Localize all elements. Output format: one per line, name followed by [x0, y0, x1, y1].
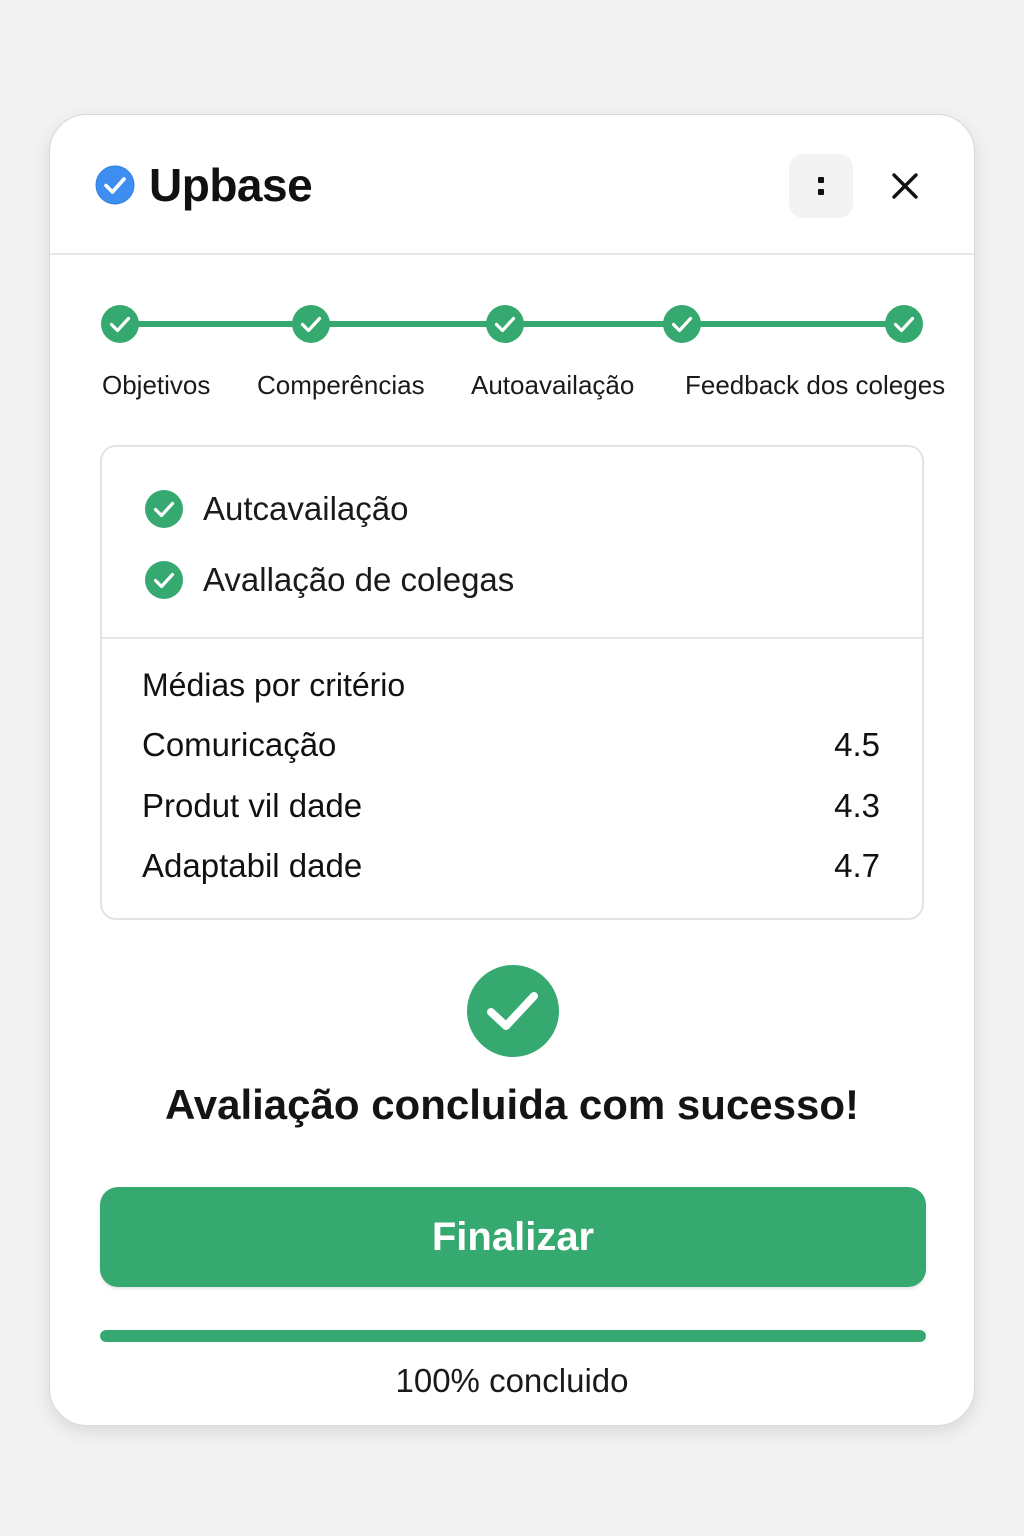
- finish-button[interactable]: Finalizar: [100, 1187, 926, 1287]
- step-check-icon: [885, 305, 923, 343]
- step-label-objetivos[interactable]: Objetivos: [102, 368, 210, 402]
- success-message: Avaliação concluida com sucesso!: [164, 1081, 860, 1128]
- progress-bar-fill: [100, 1330, 926, 1342]
- check-item-autoavaliacao: Autcavailação: [144, 489, 408, 529]
- step-check-icon: [663, 305, 701, 343]
- step-check-icon: [486, 305, 524, 343]
- check-item-label: Avallação de colegas: [203, 561, 515, 598]
- progress-label: 100% concluido: [395, 1362, 629, 1399]
- summary-divider: [102, 637, 922, 639]
- check-circle-icon: [145, 490, 183, 528]
- close-icon: [892, 173, 918, 199]
- criteria-value: 4.5: [834, 726, 880, 763]
- dialog-header: Upbase: [50, 115, 974, 255]
- criteria-section-title: Médias por critério: [142, 667, 406, 703]
- criteria-row: Comuricação 4.5: [142, 725, 880, 765]
- brand-title: Upbase: [149, 159, 313, 211]
- step-label-feedback[interactable]: Feedback dos coleges: [685, 368, 945, 402]
- close-button[interactable]: [880, 161, 930, 211]
- evaluation-dialog: Upbase Objetivos Comperências Autoavaila…: [49, 114, 975, 1426]
- criteria-name: Produt vil dade: [142, 787, 363, 824]
- criteria-row: Produt vil dade 4.3: [142, 786, 880, 826]
- evaluation-summary: Autcavailação Avallação de colegas Média…: [100, 445, 924, 920]
- step-check-icon: [101, 305, 139, 343]
- criteria-row: Adaptabil dade 4.7: [142, 846, 880, 886]
- check-item-label: Autcavailação: [203, 490, 409, 527]
- step-label-autoavaliacao[interactable]: Autoavailação: [471, 368, 634, 402]
- verified-check-icon: [95, 165, 135, 205]
- check-item-colegas: Avallação de colegas: [144, 560, 514, 600]
- criteria-name: Adaptabil dade: [142, 847, 363, 884]
- criteria-value: 4.3: [834, 787, 880, 824]
- step-check-icon: [292, 305, 330, 343]
- success-check-icon: [467, 965, 559, 1057]
- check-circle-icon: [145, 561, 183, 599]
- more-options-button[interactable]: [789, 154, 853, 218]
- criteria-name: Comuricação: [142, 726, 337, 763]
- criteria-value: 4.7: [834, 847, 880, 884]
- step-label-competencias[interactable]: Comperências: [257, 368, 425, 402]
- progress-bar: [100, 1330, 926, 1342]
- more-vertical-icon: [818, 177, 824, 195]
